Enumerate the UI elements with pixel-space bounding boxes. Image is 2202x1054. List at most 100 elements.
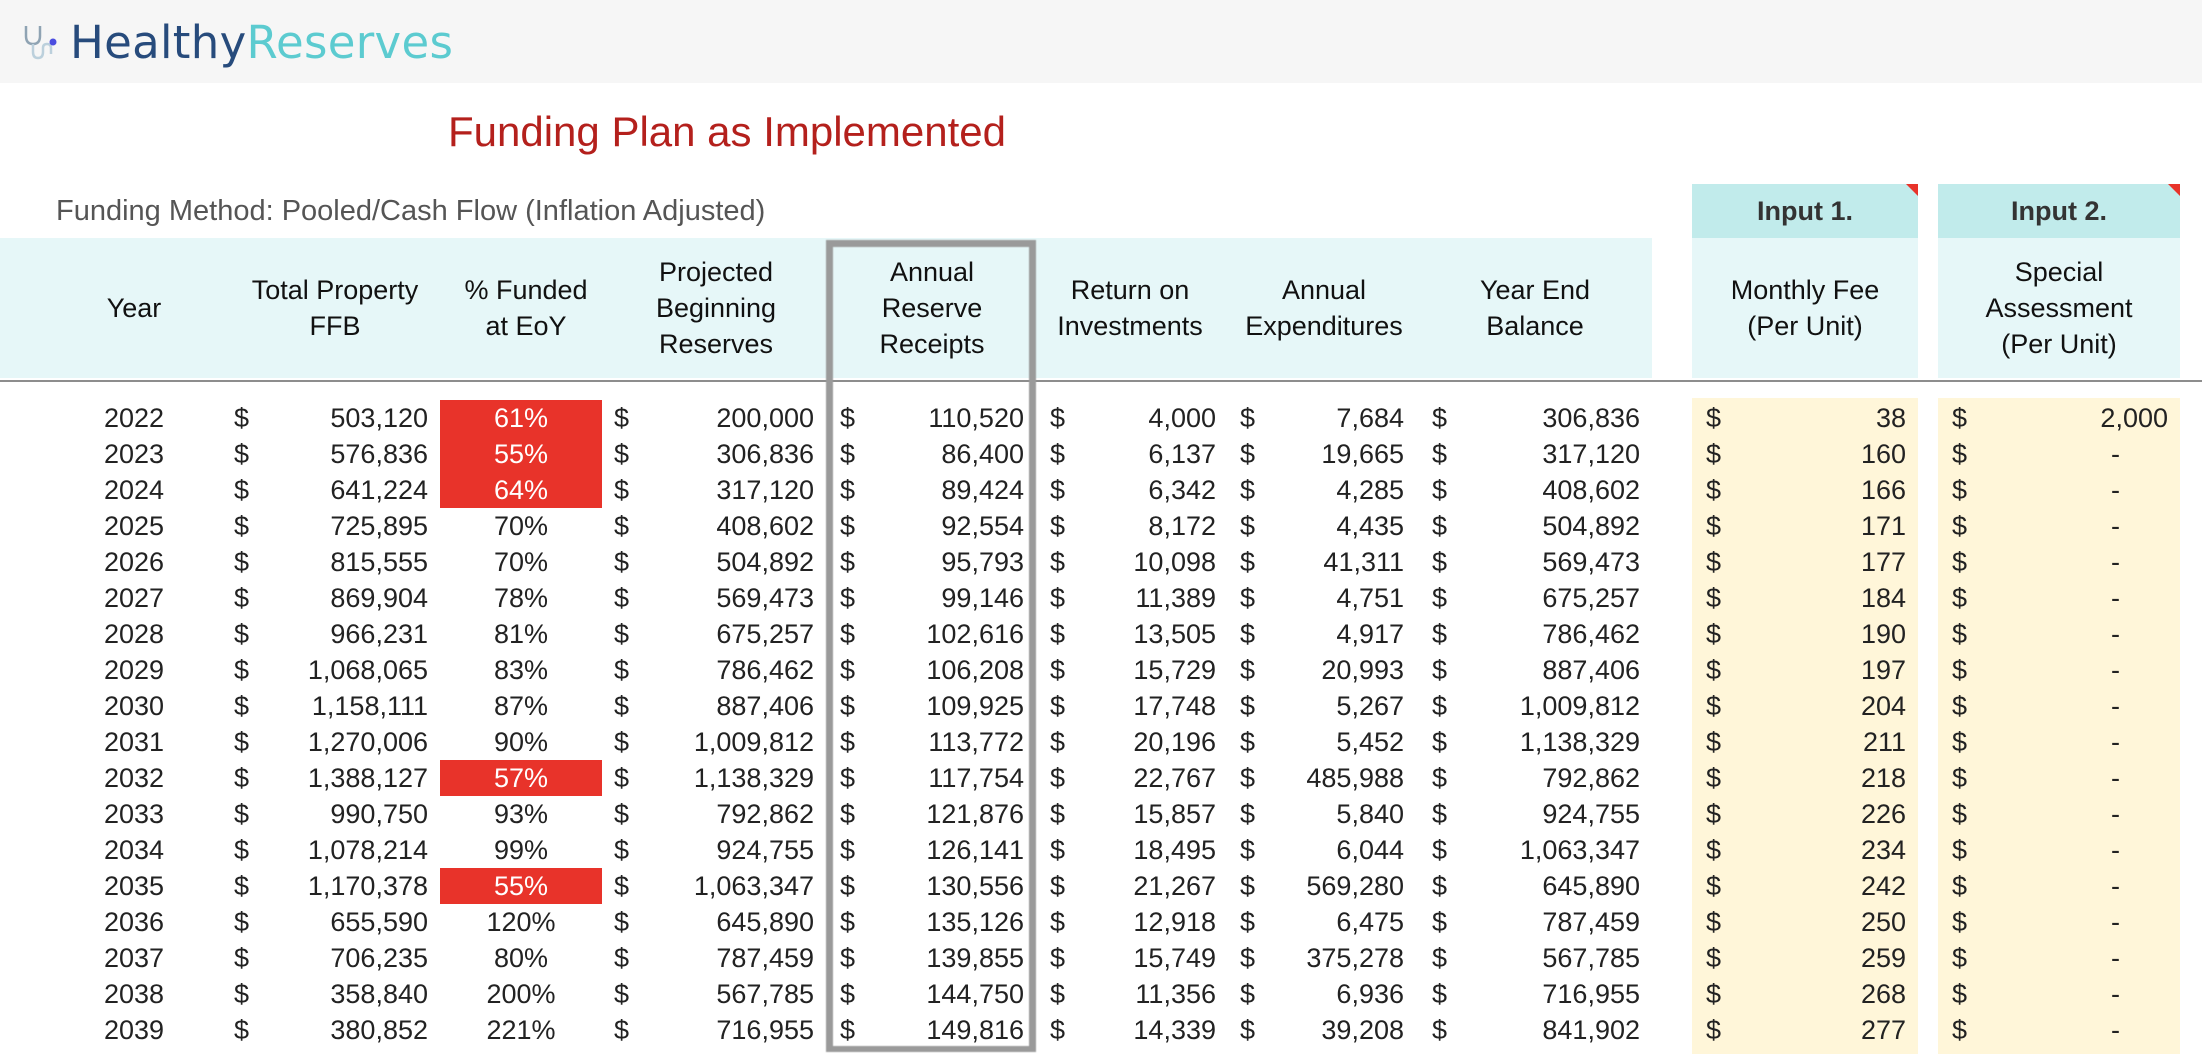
cell-ffb-currency: $ — [234, 835, 250, 865]
cell-projected-beginning-reserves: 1,063,347 — [693, 871, 814, 901]
cell-year: 2033 — [103, 799, 165, 829]
cell-monthly-fee[interactable]: 166 — [1730, 472, 1906, 508]
cell-year-end-balance: 716,955 — [1542, 979, 1640, 1009]
cell-monthly-fee[interactable]: 197 — [1730, 652, 1906, 688]
cell-monthly-fee[interactable]: 190 — [1730, 616, 1906, 652]
cell-end-currency: $ — [1432, 727, 1448, 757]
cell-year: 2029 — [103, 655, 165, 685]
cell-return-on-investments: 15,857 — [1133, 799, 1216, 829]
cell-return-on-investments: 6,342 — [1148, 475, 1216, 505]
cell-annual-expenditures: 5,267 — [1336, 691, 1404, 721]
cell-special-currency: $ — [1952, 907, 1968, 937]
cell-fee-currency: $ — [1706, 583, 1722, 613]
comment-indicator-icon[interactable] — [2168, 184, 2180, 196]
cell-annual-expenditures: 4,917 — [1336, 619, 1404, 649]
cell-special-assessment[interactable]: - — [1970, 688, 2120, 724]
cell-year: 2034 — [103, 835, 165, 865]
cell-begin-currency: $ — [614, 691, 630, 721]
cell-year-end-balance: 792,862 — [1542, 763, 1640, 793]
cell-annual-expenditures: 20,993 — [1321, 655, 1404, 685]
cell-special-assessment[interactable]: - — [1970, 436, 2120, 472]
cell-fee-currency: $ — [1706, 835, 1722, 865]
cell-special-assessment[interactable]: - — [1970, 868, 2120, 904]
cell-special-assessment[interactable]: - — [1970, 1012, 2120, 1048]
cell-fee-currency: $ — [1706, 511, 1722, 541]
cell-return-on-investments: 22,767 — [1133, 763, 1216, 793]
cell-projected-beginning-reserves: 1,009,812 — [693, 727, 814, 757]
cell-monthly-fee[interactable]: 242 — [1730, 868, 1906, 904]
cell-return-on-investments: 18,495 — [1133, 835, 1216, 865]
cell-return-on-investments: 4,000 — [1148, 403, 1216, 433]
cell-year: 2023 — [103, 439, 165, 469]
cell-begin-currency: $ — [614, 943, 630, 973]
brand-logo[interactable]: HealthyReserves — [18, 14, 453, 70]
cell-total-property-ffb: 966,231 — [330, 619, 428, 649]
cell-special-assessment[interactable]: - — [1970, 940, 2120, 976]
cell-year: 2027 — [103, 583, 165, 613]
cell-monthly-fee[interactable]: 226 — [1730, 796, 1906, 832]
cell-monthly-fee[interactable]: 218 — [1730, 760, 1906, 796]
cell-monthly-fee[interactable]: 234 — [1730, 832, 1906, 868]
cell-monthly-fee[interactable]: 160 — [1730, 436, 1906, 472]
input1-tab[interactable]: Input 1. — [1692, 184, 1918, 238]
cell-projected-beginning-reserves: 924,755 — [716, 835, 814, 865]
cell-year: 2037 — [103, 943, 165, 973]
cell-special-assessment[interactable]: - — [1970, 724, 2120, 760]
cell-ffb-currency: $ — [234, 763, 250, 793]
cell-monthly-fee[interactable]: 259 — [1730, 940, 1906, 976]
cell-special-assessment[interactable]: - — [1970, 472, 2120, 508]
cell-monthly-fee[interactable]: 171 — [1730, 508, 1906, 544]
cell-special-assessment[interactable]: - — [1970, 760, 2120, 796]
cell-begin-currency: $ — [614, 655, 630, 685]
cell-monthly-fee[interactable]: 204 — [1730, 688, 1906, 724]
top-bar: HealthyReserves — [0, 0, 2202, 83]
cell-year-end-balance: 841,902 — [1542, 1015, 1640, 1045]
cell-special-assessment[interactable]: - — [1970, 832, 2120, 868]
cell-end-currency: $ — [1432, 439, 1448, 469]
cell-special-assessment[interactable]: - — [1970, 652, 2120, 688]
cell-special-assessment[interactable]: - — [1970, 796, 2120, 832]
cell-special-assessment[interactable]: - — [1970, 976, 2120, 1012]
cell-total-property-ffb: 358,840 — [330, 979, 428, 1009]
input2-tab[interactable]: Input 2. — [1938, 184, 2180, 238]
cell-special-assessment[interactable]: 2,000 — [1970, 400, 2168, 436]
cell-special-assessment[interactable]: - — [1970, 508, 2120, 544]
cell-end-currency: $ — [1432, 691, 1448, 721]
cell-year: 2031 — [103, 727, 165, 757]
cell-ffb-currency: $ — [234, 475, 250, 505]
stethoscope-icon — [24, 26, 57, 60]
table-row: 2027 $869,904 78% $569,473 $99,146 $11,389 $4,… — [0, 580, 2202, 616]
cell-special-assessment[interactable]: - — [1970, 616, 2120, 652]
comment-indicator-icon[interactable] — [1906, 184, 1918, 196]
table-row: 2037 $706,235 80% $787,459 $139,855 $15,749 $3… — [0, 940, 2202, 976]
cell-roi-currency: $ — [1050, 403, 1066, 433]
cell-special-assessment[interactable]: - — [1970, 580, 2120, 616]
cell-total-property-ffb: 1,270,006 — [307, 727, 428, 757]
cell-end-currency: $ — [1432, 583, 1448, 613]
cell-monthly-fee[interactable]: 277 — [1730, 1012, 1906, 1048]
cell-monthly-fee[interactable]: 250 — [1730, 904, 1906, 940]
brand-name: HealthyReserves — [70, 15, 454, 69]
cell-monthly-fee[interactable]: 38 — [1730, 400, 1906, 436]
cell-roi-currency: $ — [1050, 619, 1066, 649]
cell-percent-funded: 64% — [440, 472, 602, 508]
cell-monthly-fee[interactable]: 211 — [1730, 724, 1906, 760]
cell-special-assessment[interactable]: - — [1970, 904, 2120, 940]
cell-year: 2036 — [103, 907, 165, 937]
cell-special-currency: $ — [1952, 943, 1968, 973]
cell-projected-beginning-reserves: 504,892 — [716, 547, 814, 577]
cell-total-property-ffb: 725,895 — [330, 511, 428, 541]
cell-total-property-ffb: 869,904 — [330, 583, 428, 613]
cell-special-currency: $ — [1952, 547, 1968, 577]
cell-begin-currency: $ — [614, 475, 630, 505]
cell-special-assessment[interactable]: - — [1970, 544, 2120, 580]
cell-ffb-currency: $ — [234, 979, 250, 1009]
cell-ffb-currency: $ — [234, 439, 250, 469]
cell-return-on-investments: 11,389 — [1135, 583, 1216, 613]
cell-monthly-fee[interactable]: 177 — [1730, 544, 1906, 580]
cell-begin-currency: $ — [614, 871, 630, 901]
cell-monthly-fee[interactable]: 184 — [1730, 580, 1906, 616]
cell-exp-currency: $ — [1240, 655, 1256, 685]
cell-monthly-fee[interactable]: 268 — [1730, 976, 1906, 1012]
cell-total-property-ffb: 576,836 — [330, 439, 428, 469]
